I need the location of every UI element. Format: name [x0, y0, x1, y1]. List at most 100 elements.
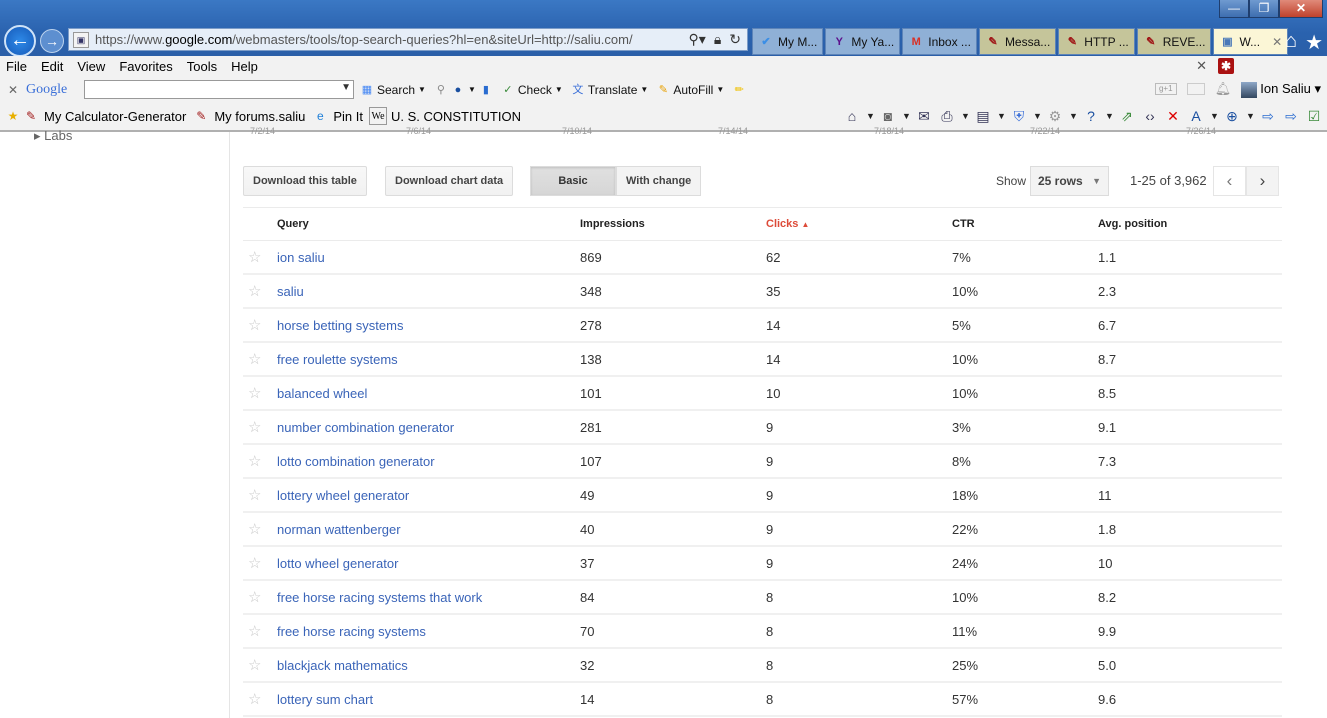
- favorites-star-icon[interactable]: ★: [1305, 30, 1323, 55]
- favorites-add-icon[interactable]: ★: [4, 107, 22, 125]
- star-icon[interactable]: ☆: [248, 656, 261, 674]
- google-plus-one-icon[interactable]: g+1: [1154, 83, 1177, 96]
- address-bar[interactable]: ▣ https://www. google.com/webmasters/tool…: [68, 28, 748, 51]
- query-link[interactable]: number combination generator: [277, 420, 454, 435]
- autofill-button[interactable]: ✎ AutoFill ▼: [656, 83, 725, 97]
- query-link[interactable]: blackjack mathematics: [277, 658, 408, 673]
- restore-button[interactable]: ❐: [1249, 0, 1279, 18]
- menu-favorites[interactable]: Favorites: [119, 59, 172, 74]
- favorite-link[interactable]: We U. S. CONSTITUTION: [368, 107, 521, 125]
- send-page-icon[interactable]: ⇨: [1259, 107, 1277, 125]
- query-link[interactable]: ion saliu: [277, 250, 325, 265]
- close-toolbar-icon[interactable]: ✕: [0, 83, 26, 97]
- header-query[interactable]: Query: [277, 218, 309, 230]
- browser-tab[interactable]: ✎ Messa...: [978, 28, 1057, 55]
- close-window-button[interactable]: ✕: [1279, 0, 1323, 18]
- safety-shield-icon[interactable]: ⛨: [1010, 107, 1028, 125]
- star-icon[interactable]: ☆: [248, 282, 261, 300]
- back-button[interactable]: ←: [4, 25, 36, 57]
- query-link[interactable]: free roulette systems: [277, 352, 398, 367]
- text-size-icon[interactable]: A: [1187, 107, 1205, 125]
- lastpass-icon[interactable]: ✱: [1218, 58, 1234, 74]
- star-icon[interactable]: ☆: [248, 622, 261, 640]
- download-table-button[interactable]: Download this table: [243, 166, 367, 196]
- query-link[interactable]: norman wattenberger: [277, 522, 401, 537]
- gear-icon[interactable]: ⚙: [1046, 107, 1064, 125]
- browser-tab[interactable]: ✎ REVE...: [1136, 28, 1212, 55]
- query-link[interactable]: free horse racing systems: [277, 624, 426, 639]
- star-icon[interactable]: ☆: [248, 690, 261, 708]
- with-change-view-button[interactable]: With change: [616, 166, 702, 196]
- next-page-button[interactable]: ›: [1246, 166, 1279, 196]
- rss-feed-icon[interactable]: ◙: [879, 107, 897, 125]
- home-icon[interactable]: ⌂: [1285, 30, 1297, 55]
- web-slice-icon[interactable]: ☑: [1305, 107, 1323, 125]
- browser-tab[interactable]: ▣ W... ✕: [1213, 28, 1289, 55]
- menu-tools[interactable]: Tools: [187, 59, 217, 74]
- check-button[interactable]: ✓ Check ▼: [501, 83, 563, 97]
- page-icon[interactable]: ▤: [974, 107, 992, 125]
- header-impressions[interactable]: Impressions: [580, 218, 645, 230]
- lock-icon[interactable]: 🔒︎: [714, 31, 721, 48]
- close-tab-icon[interactable]: ✕: [1272, 35, 1282, 49]
- star-icon[interactable]: ☆: [248, 384, 261, 402]
- star-icon[interactable]: ☆: [248, 316, 261, 334]
- send-link-icon[interactable]: ⇨: [1282, 107, 1300, 125]
- previous-page-button[interactable]: ‹: [1213, 166, 1246, 196]
- google-search-input[interactable]: ▼: [84, 80, 354, 99]
- query-link[interactable]: balanced wheel: [277, 386, 367, 401]
- star-icon[interactable]: ☆: [248, 588, 261, 606]
- star-icon[interactable]: ☆: [248, 486, 261, 504]
- star-icon[interactable]: ☆: [248, 554, 261, 572]
- query-link[interactable]: free horse racing systems that work: [277, 590, 482, 605]
- translate-button[interactable]: 文 Translate ▼: [571, 83, 648, 97]
- sidebar-item-labs[interactable]: ▸ Labs: [34, 128, 72, 144]
- user-menu[interactable]: Ion Saliu ▾: [1241, 81, 1321, 98]
- toolbar-tools[interactable]: ⚲ ● ▼ ▮: [434, 83, 493, 97]
- browser-tab[interactable]: M Inbox ...: [902, 28, 977, 55]
- google-search-button[interactable]: ▦ Search ▼: [360, 83, 426, 97]
- browser-tab[interactable]: ✎ HTTP ...: [1058, 28, 1135, 55]
- block-icon[interactable]: ✕: [1164, 107, 1182, 125]
- favorite-link[interactable]: e Pin It: [311, 107, 363, 125]
- zoom-icon[interactable]: ⊕: [1223, 107, 1241, 125]
- menu-file[interactable]: File: [6, 59, 27, 74]
- header-avg-position[interactable]: Avg. position: [1098, 218, 1167, 230]
- home-icon[interactable]: ⌂: [843, 107, 861, 125]
- star-icon[interactable]: ☆: [248, 520, 261, 538]
- menu-view[interactable]: View: [77, 59, 105, 74]
- minimize-button[interactable]: —: [1219, 0, 1249, 18]
- browser-tab[interactable]: Y My Ya...: [825, 28, 901, 55]
- close-toolbar-icon[interactable]: ✕: [1196, 58, 1207, 74]
- refresh-icon[interactable]: ↻: [729, 31, 741, 48]
- mail-icon[interactable]: ✉: [915, 107, 933, 125]
- favorite-link[interactable]: ✎ My Calculator-Generator: [22, 107, 186, 125]
- menu-edit[interactable]: Edit: [41, 59, 63, 74]
- print-icon[interactable]: ⎙: [938, 107, 956, 125]
- view-source-icon[interactable]: ‹›: [1141, 107, 1159, 125]
- chevron-down-icon[interactable]: ▼: [341, 82, 351, 93]
- query-link[interactable]: saliu: [277, 284, 304, 299]
- favorite-link[interactable]: ✎ My forums.saliu: [192, 107, 305, 125]
- query-link[interactable]: horse betting systems: [277, 318, 403, 333]
- query-link[interactable]: lottery sum chart: [277, 692, 373, 707]
- open-window-icon[interactable]: ⇗: [1118, 107, 1136, 125]
- star-icon[interactable]: ☆: [248, 418, 261, 436]
- search-icon[interactable]: ⚲▾: [689, 31, 706, 48]
- query-link[interactable]: lotto combination generator: [277, 454, 435, 469]
- notification-bell-icon[interactable]: 🔔︎: [1215, 81, 1232, 97]
- download-chart-data-button[interactable]: Download chart data: [385, 166, 514, 196]
- query-link[interactable]: lotto wheel generator: [277, 556, 398, 571]
- help-icon[interactable]: ?: [1082, 107, 1100, 125]
- star-icon[interactable]: ☆: [248, 452, 261, 470]
- star-icon[interactable]: ☆: [248, 248, 261, 266]
- menu-help[interactable]: Help: [231, 59, 258, 74]
- rows-per-page-select[interactable]: 25 rows ▼: [1030, 166, 1109, 196]
- header-clicks[interactable]: Clicks ▲: [766, 218, 809, 230]
- browser-tab[interactable]: ✔ My M...: [752, 28, 824, 55]
- star-icon[interactable]: ☆: [248, 350, 261, 368]
- pencil-button[interactable]: ✏: [732, 83, 746, 97]
- basic-view-button[interactable]: Basic: [530, 166, 616, 196]
- forward-button[interactable]: →: [40, 29, 64, 53]
- header-ctr[interactable]: CTR: [952, 218, 975, 230]
